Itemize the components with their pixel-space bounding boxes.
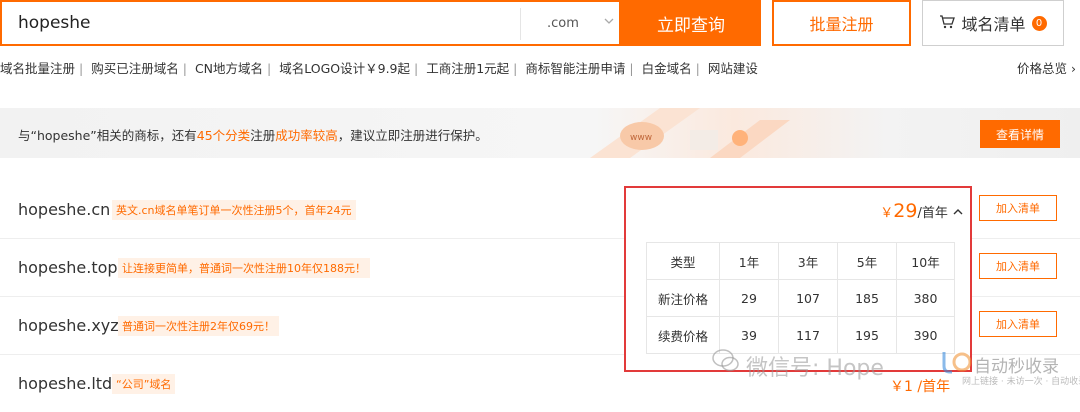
table-header-cell: 5年 <box>837 242 897 280</box>
table-cell: 续费价格 <box>646 316 720 354</box>
view-details-button[interactable]: 查看详情 <box>980 120 1060 148</box>
link-separator: | <box>513 61 518 76</box>
table-cell: 新注价格 <box>646 279 720 317</box>
watermark-subtext: 网上链接 · 未访一次 · 自动收录 <box>962 377 1080 387</box>
promo-tag: “公司”域名 <box>112 374 176 394</box>
banner-deco-text: www <box>630 133 652 143</box>
link-logo-design[interactable]: 域名LOGO设计￥9.9起 <box>279 61 410 76</box>
link-buy-registered[interactable]: 购买已注册域名 <box>91 61 179 76</box>
promo-tag: 让连接更简单，普通词一次性注册10年仅188元！ <box>118 258 370 278</box>
banner-text-e: ，建议立即注册进行保护。 <box>337 128 488 143</box>
cart-label: 域名清单 <box>961 15 1026 34</box>
table-cell: 107 <box>778 279 838 317</box>
price-unit: /首年 <box>917 206 948 221</box>
table-cell: 380 <box>896 279 955 317</box>
cart-count-badge: 0 <box>1031 15 1047 31</box>
banner-text: 与“hopeshe”相关的商标，还有45个分类注册成功率较高，建议立即注册进行保… <box>18 125 488 144</box>
watermark: 微信号: Hope 自动秒收录 网上链接 · 未访一次 · 自动收录 <box>712 342 1080 412</box>
quick-links: 域名批量注册 | 购买已注册域名 | CN地方域名 | 域名LOGO设计￥9.9起 | … <box>0 58 1080 80</box>
price-summary[interactable]: ￥29/首年 <box>880 200 964 222</box>
wechat-icon <box>712 349 739 372</box>
add-to-cart-button[interactable]: 加入清单 <box>979 195 1057 221</box>
banner-highlight-categories: 45个分类 <box>196 128 251 143</box>
promo-tag: 英文.cn域名单笔订单一次性注册5个，首年24元 <box>112 200 356 220</box>
currency-symbol: ￥ <box>880 206 894 221</box>
banner-illustration: www <box>590 108 790 158</box>
batch-register-button[interactable]: 批量注册 <box>772 0 911 46</box>
table-cell: 29 <box>719 279 779 317</box>
suffix-select[interactable]: .com <box>520 8 622 40</box>
watermark-text: 微信号: Hope <box>746 356 884 381</box>
banner-text-a: 与“hopeshe”相关的商标，还有 <box>18 128 197 143</box>
promo-tag: 普通词一次性注册2年仅69元！ <box>118 316 279 336</box>
table-header-cell: 1年 <box>719 242 779 280</box>
table-cell: 185 <box>837 279 897 317</box>
banner-highlight-success: 成功率较高 <box>275 128 338 143</box>
domain-name: hopeshe.top <box>18 258 118 277</box>
link-separator: | <box>414 61 419 76</box>
link-trademark[interactable]: 商标智能注册申请 <box>525 61 625 76</box>
table-row: 新注价格 29 107 185 380 <box>646 279 955 317</box>
link-website-building[interactable]: 网站建设 <box>708 61 758 76</box>
add-to-cart-button[interactable]: 加入清单 <box>979 311 1057 337</box>
add-to-cart-button[interactable]: 加入清单 <box>979 253 1057 279</box>
link-separator: | <box>629 61 634 76</box>
trademark-banner: 与“hopeshe”相关的商标，还有45个分类注册成功率较高，建议立即注册进行保… <box>0 108 1080 158</box>
link-batch-register[interactable]: 域名批量注册 <box>0 61 75 76</box>
banner-text-c: 注册 <box>250 128 276 143</box>
logo-mark-icon <box>942 352 972 374</box>
link-separator: | <box>79 61 84 76</box>
link-cn-local[interactable]: CN地方域名 <box>195 61 263 76</box>
link-separator: | <box>182 61 187 76</box>
price-overview-link[interactable]: 价格总览 › <box>1017 58 1076 77</box>
search-bar: .com 立即查询 批量注册 域名清单 0 <box>0 0 1080 48</box>
cart-icon <box>939 14 956 33</box>
chevron-up-icon[interactable] <box>952 206 964 222</box>
table-header-cell: 10年 <box>896 242 955 280</box>
domain-name: hopeshe.xyz <box>18 316 119 335</box>
table-header-cell: 类型 <box>646 242 720 280</box>
search-box: .com <box>0 0 621 46</box>
link-separator: | <box>267 61 272 76</box>
price-amount: 29 <box>893 200 918 222</box>
domain-cart-button[interactable]: 域名清单 0 <box>922 0 1064 46</box>
price-table-header: 类型 1年 3年 5年 10年 <box>646 242 955 280</box>
suffix-value: .com <box>547 16 579 31</box>
link-business-registration[interactable]: 工商注册1元起 <box>426 61 509 76</box>
price-table: 类型 1年 3年 5年 10年 新注价格 29 107 185 380 续费价格… <box>646 242 955 354</box>
link-platinum-domain[interactable]: 白金域名 <box>642 61 692 76</box>
domain-name: hopeshe.cn <box>18 200 111 219</box>
search-input[interactable] <box>18 2 498 44</box>
table-header-cell: 3年 <box>778 242 838 280</box>
domain-name: hopeshe.ltd <box>18 374 113 393</box>
link-separator: | <box>695 61 700 76</box>
chevron-down-icon <box>603 15 615 30</box>
search-button[interactable]: 立即查询 <box>621 0 761 46</box>
